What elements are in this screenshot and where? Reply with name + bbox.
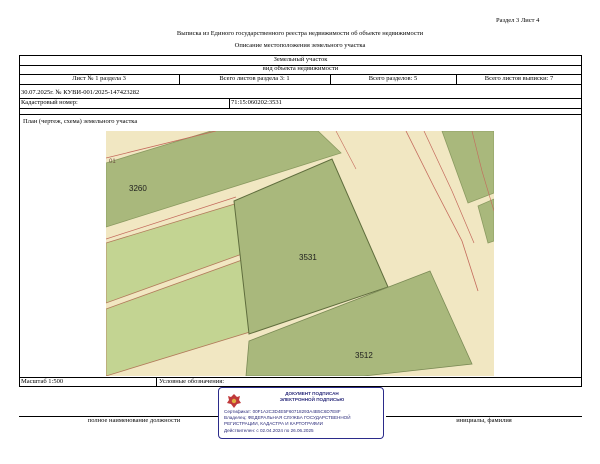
divider bbox=[19, 84, 582, 85]
map-svg: 3260 3531 3512 01 bbox=[106, 131, 494, 376]
signature-stamp: ДОКУМЕНТ ПОДПИСАН ЭЛЕКТРОННОЙ ПОДПИСЬЮ С… bbox=[218, 387, 384, 439]
cadastral-label: Кадастровый номер: bbox=[21, 99, 78, 106]
divider bbox=[229, 98, 230, 108]
plan-title: План (чертеж, схема) земельного участка bbox=[23, 118, 138, 125]
label-3512: 3512 bbox=[355, 351, 373, 360]
document-title: Выписка из Единого государственного реес… bbox=[176, 30, 424, 37]
sections-total: Всего разделов: 5 bbox=[368, 75, 418, 82]
stamp-owner-2: РЕГИСТРАЦИИ, КАДАСТРА И КАРТОГРАФИИ bbox=[224, 421, 323, 426]
stamp-owner: Владелец: ФЕДЕРАЛЬНАЯ СЛУЖБА ГОСУДАРСТВЕ… bbox=[224, 415, 351, 420]
cadastral-number: 71:15:060202:3531 bbox=[231, 99, 282, 106]
label-3260: 3260 bbox=[129, 184, 147, 193]
document-subtitle: Описание местоположения земельного участ… bbox=[234, 42, 366, 49]
sheets-in-section: Всего листов раздела 3: 1 bbox=[219, 75, 290, 82]
name-caption: инициалы, фамилия bbox=[456, 417, 512, 424]
label-3531: 3531 bbox=[299, 253, 317, 262]
object-type: Земельный участок bbox=[273, 56, 328, 63]
label-edge: 01 bbox=[109, 159, 116, 165]
position-caption: полное наименование должности bbox=[87, 417, 181, 424]
stamp-title-2: ЭЛЕКТРОННОЙ ПОДПИСЬЮ bbox=[279, 397, 345, 402]
cadastral-map[interactable]: 3260 3531 3512 01 bbox=[106, 131, 494, 376]
legend-label: Условные обозначения: bbox=[159, 378, 225, 385]
divider bbox=[156, 377, 157, 387]
stamp-title: ДОКУМЕНТ ПОДПИСАН bbox=[285, 391, 339, 396]
section-sheet-label: Раздел 3 Лист 4 bbox=[496, 17, 540, 24]
divider bbox=[19, 98, 582, 99]
sheets-total: Всего листов выписки: 7 bbox=[484, 75, 554, 82]
object-type-caption: вид объекта недвижимости bbox=[262, 65, 339, 72]
sheet-number: Лист № 1 раздела 3 bbox=[72, 75, 126, 82]
date-number: 30.07.2025г. № КУВИ-001/2025-147423282 bbox=[21, 89, 140, 96]
divider bbox=[19, 108, 582, 109]
divider bbox=[19, 114, 582, 115]
divider bbox=[19, 377, 582, 378]
emblem-icon bbox=[227, 394, 241, 408]
scale-label: Масштаб 1:500 bbox=[21, 378, 64, 385]
stamp-validity: Действителен: с 02.04.2024 по 26.06.2025 bbox=[224, 428, 314, 433]
stamp-certificate: Сертификат: 00F1A2C3D4E5F60718293A4B5C6D… bbox=[224, 409, 341, 414]
